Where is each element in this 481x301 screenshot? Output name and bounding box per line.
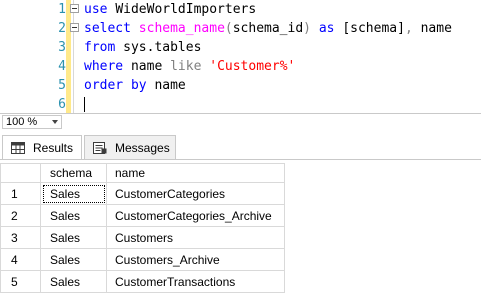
code-token: schema_name: [138, 21, 225, 36]
column-header-name[interactable]: name: [106, 163, 285, 183]
zoom-value: 100 %: [6, 116, 38, 128]
code-token: select: [84, 21, 139, 36]
code-token: 'Customer%': [209, 59, 296, 74]
name-cell[interactable]: CustomerCategories_Archive: [106, 204, 285, 227]
code-line[interactable]: 2 select schema_name(schema_id) as [schem…: [0, 19, 481, 38]
name-cell[interactable]: CustomerTransactions: [106, 270, 285, 293]
line-number: 1: [58, 2, 66, 17]
table-row[interactable]: 4 Sales Customers_Archive: [0, 248, 285, 271]
code-token: schema_id: [232, 21, 304, 36]
grid-corner-header[interactable]: [0, 163, 41, 183]
schema-cell[interactable]: Sales: [40, 270, 107, 293]
row-number-cell[interactable]: 2: [0, 204, 41, 227]
table-row[interactable]: 5 Sales CustomerTransactions: [0, 270, 285, 293]
code-line[interactable]: 4 where name like 'Customer%': [0, 57, 481, 76]
code-token: name: [130, 59, 171, 74]
row-number-cell[interactable]: 4: [0, 248, 41, 271]
tab-results-label: Results: [33, 141, 74, 155]
messages-icon: [93, 142, 107, 154]
chevron-down-icon[interactable]: [52, 120, 58, 124]
code-line[interactable]: 3 from sys.tables: [0, 38, 481, 57]
results-tabs: Results Messages: [0, 131, 481, 161]
table-row[interactable]: 3 Sales Customers: [0, 226, 285, 249]
code-token: (: [224, 21, 233, 36]
results-grid[interactable]: schema name 1 Sales CustomerCategories 2 Sal…: [0, 163, 285, 293]
row-number-cell[interactable]: 5: [0, 270, 41, 293]
tab-results[interactable]: Results: [2, 135, 82, 160]
code-token: use: [84, 2, 116, 17]
schema-cell[interactable]: Sales: [40, 248, 107, 271]
line-number: 5: [58, 78, 66, 93]
text-caret: [84, 97, 85, 112]
code-token: like: [170, 59, 210, 74]
code-token: as: [318, 21, 343, 36]
tab-messages-label: Messages: [115, 141, 170, 155]
code-text: order by name: [84, 76, 186, 95]
schema-cell[interactable]: Sales: [40, 204, 107, 227]
schema-cell[interactable]: Sales: [40, 182, 107, 205]
code-token: name: [420, 21, 452, 36]
grid-icon: [11, 142, 25, 154]
line-number: 3: [58, 40, 66, 55]
code-token: where: [84, 59, 131, 74]
zoom-dropdown[interactable]: 100 %: [2, 115, 62, 129]
code-token: from: [84, 40, 124, 55]
code-text: where name like 'Customer%': [84, 57, 295, 76]
schema-cell[interactable]: Sales: [40, 226, 107, 249]
code-text: use WideWorldImporters: [84, 0, 256, 19]
code-token: ): [303, 21, 319, 36]
line-number: 2: [58, 21, 66, 36]
code-line[interactable]: 1 use WideWorldImporters: [0, 0, 481, 19]
code-token: [schema]: [342, 21, 405, 36]
code-token: sys.tables: [123, 40, 202, 55]
name-cell[interactable]: Customers: [106, 226, 285, 249]
zoom-bar: 100 %: [0, 113, 481, 131]
line-number: 6: [58, 97, 66, 112]
grid-header-row: schema name: [0, 163, 285, 183]
row-number-cell[interactable]: 3: [0, 226, 41, 249]
code-token: name: [154, 78, 186, 93]
code-text: select schema_name(schema_id) as [schema…: [84, 19, 452, 38]
tabs-divider: [0, 159, 481, 160]
query-editor[interactable]: 1 use WideWorldImporters 2 select schema_na…: [0, 0, 481, 113]
code-line[interactable]: 6: [0, 95, 481, 114]
code-token: WideWorldImporters: [115, 2, 257, 17]
name-cell[interactable]: Customers_Archive: [106, 248, 285, 271]
table-row[interactable]: 2 Sales CustomerCategories_Archive: [0, 204, 285, 227]
table-row[interactable]: 1 Sales CustomerCategories: [0, 182, 285, 205]
code-token: order by: [84, 78, 155, 93]
line-number: 4: [58, 59, 66, 74]
code-token: ,: [404, 21, 421, 36]
column-header-schema[interactable]: schema: [40, 163, 107, 183]
code-line[interactable]: 5 order by name: [0, 76, 481, 95]
name-cell[interactable]: CustomerCategories: [106, 182, 285, 205]
tab-messages[interactable]: Messages: [84, 135, 176, 160]
row-number-cell[interactable]: 1: [0, 182, 41, 205]
code-text: from sys.tables: [84, 38, 201, 57]
